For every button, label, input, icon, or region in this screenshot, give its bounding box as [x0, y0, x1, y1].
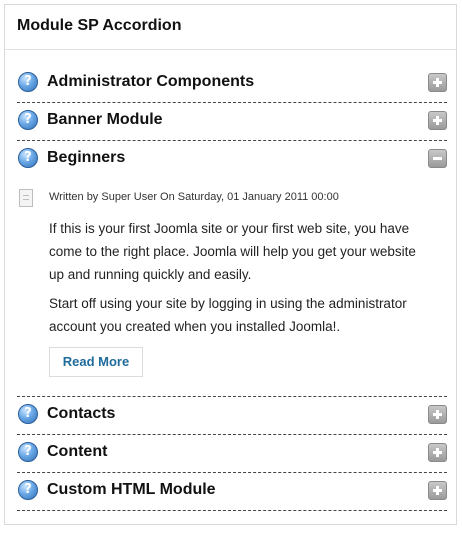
plus-icon[interactable]: [428, 405, 447, 424]
question-icon: ?: [18, 404, 38, 424]
accordion-item: ? Administrator Components: [17, 65, 447, 103]
plus-icon[interactable]: [428, 443, 447, 462]
accordion-header-beginners[interactable]: ? Beginners: [17, 141, 447, 178]
plus-icon[interactable]: [428, 111, 447, 130]
accordion-header-administrator-components[interactable]: ? Administrator Components: [17, 65, 447, 103]
document-icon: [19, 189, 33, 207]
article-paragraph: Start off using your site by logging in …: [49, 296, 407, 334]
plus-icon[interactable]: [428, 73, 447, 92]
question-icon: ?: [18, 72, 38, 92]
accordion-module: Module SP Accordion ? Administrator Comp…: [4, 4, 457, 525]
accordion-list: ? Administrator Components ? Banner Modu…: [17, 65, 447, 511]
accordion-label: Administrator Components: [47, 73, 255, 90]
accordion-header-banner-module[interactable]: ? Banner Module: [17, 103, 447, 141]
accordion-label: Content: [47, 443, 108, 460]
accordion-label: Banner Module: [47, 111, 163, 128]
question-icon: ?: [18, 480, 38, 500]
minus-icon[interactable]: [428, 149, 447, 168]
plus-icon[interactable]: [428, 481, 447, 500]
article-meta: Written by Super User On Saturday, 01 Ja…: [49, 191, 339, 203]
accordion-item: ? Custom HTML Module: [17, 473, 447, 511]
accordion-item: ? Banner Module: [17, 103, 447, 141]
accordion-item: ? Content: [17, 435, 447, 473]
accordion-item: ? Contacts: [17, 397, 447, 435]
accordion-label: Contacts: [47, 405, 116, 422]
question-icon: ?: [18, 148, 38, 168]
accordion-header-contacts[interactable]: ? Contacts: [17, 397, 447, 435]
accordion-label: Custom HTML Module: [47, 481, 216, 498]
accordion-header-content[interactable]: ? Content: [17, 435, 447, 473]
accordion-label: Beginners: [47, 149, 126, 166]
module-header: Module SP Accordion: [5, 5, 456, 50]
accordion-item: ? Beginners Written by Super User On Sat…: [17, 141, 447, 397]
accordion-header-custom-html-module[interactable]: ? Custom HTML Module: [17, 473, 447, 511]
module-title: Module SP Accordion: [17, 17, 182, 34]
article-paragraph: If this is your first Joomla site or you…: [49, 221, 416, 282]
question-icon: ?: [18, 110, 38, 130]
question-icon: ?: [18, 442, 38, 462]
read-more-button[interactable]: Read More: [49, 347, 143, 377]
accordion-panel-beginners: Written by Super User On Saturday, 01 Ja…: [17, 178, 447, 397]
